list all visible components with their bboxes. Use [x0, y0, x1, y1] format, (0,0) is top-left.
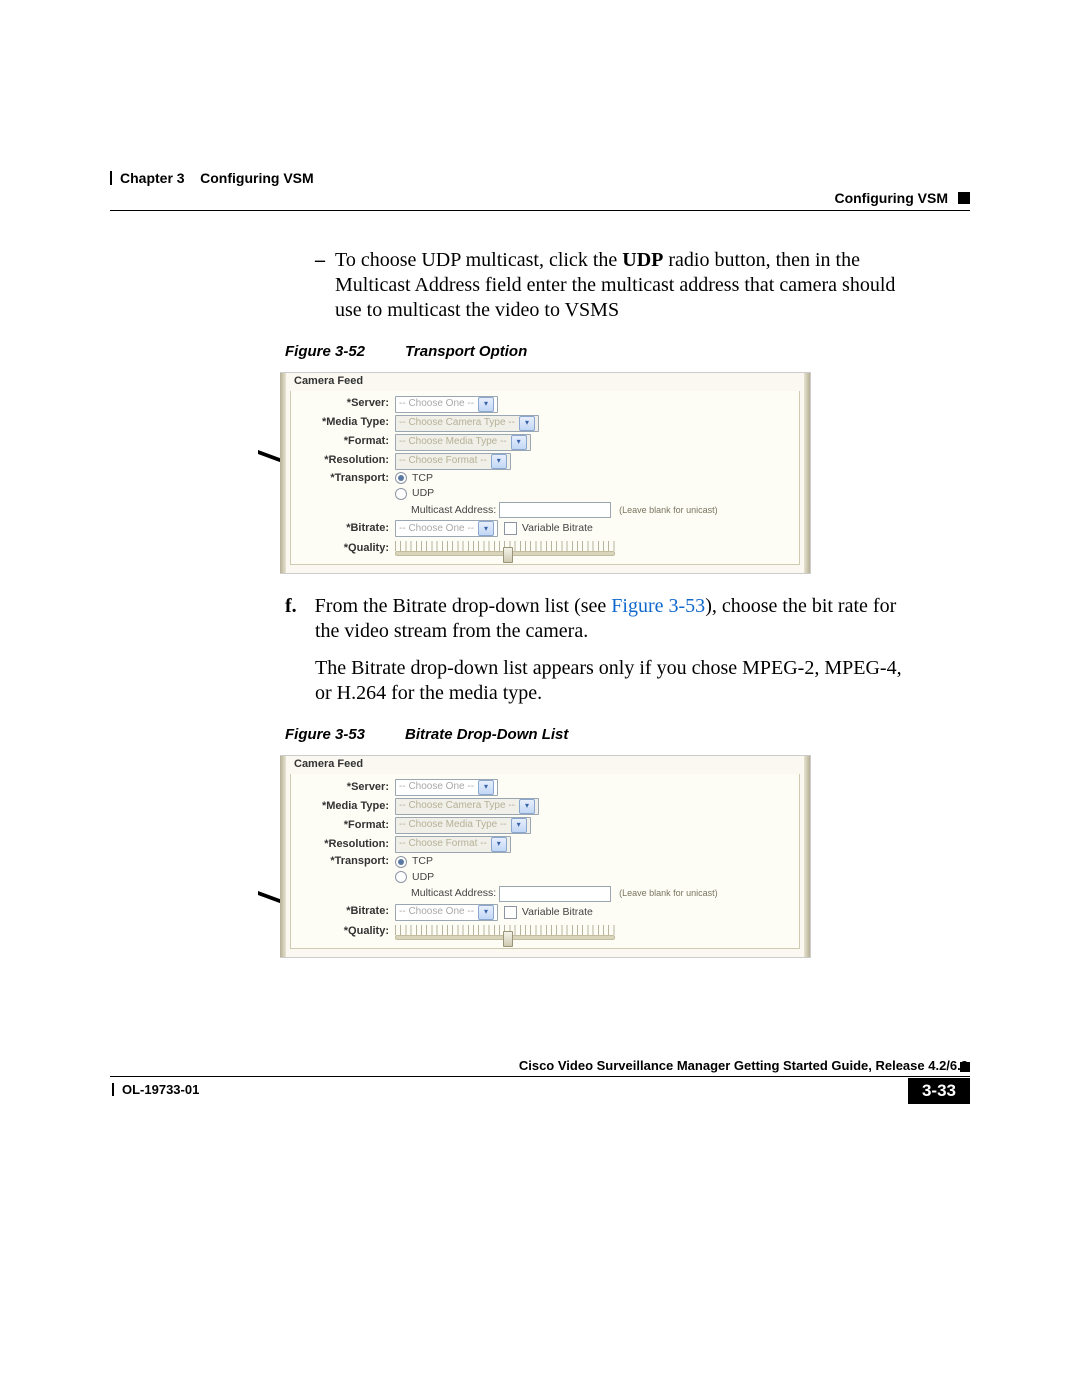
footer-rule [110, 1076, 970, 1077]
variable-bitrate-checkbox[interactable] [504, 522, 517, 535]
chevron-down-icon: ▾ [491, 454, 507, 469]
multicast-address-input[interactable] [499, 886, 611, 902]
footer-marker [960, 1062, 970, 1072]
chevron-down-icon: ▾ [511, 435, 527, 450]
running-head-right: Configuring VSM [834, 190, 970, 206]
resolution-select[interactable]: -- Choose Format --▾ [395, 836, 511, 853]
figure-52-caption: Figure 3-52Transport Option [285, 343, 910, 362]
chevron-down-icon: ▾ [478, 905, 494, 920]
fieldset-legend: Camera Feed [280, 373, 810, 391]
label-quality: *Quality: [291, 542, 395, 556]
chevron-down-icon: ▾ [519, 416, 535, 431]
label-quality: *Quality: [291, 925, 395, 939]
footer-guide-title: Cisco Video Surveillance Manager Getting… [519, 1058, 968, 1073]
body: –To choose UDP multicast, click the UDP … [285, 248, 910, 964]
chevron-down-icon: ▾ [478, 780, 494, 795]
figure-52: Camera Feed *Server: -- Choose One --▾ *… [280, 372, 910, 575]
tcp-radio-label: TCP [412, 855, 433, 868]
label-server: *Server: [291, 397, 395, 411]
bitrate-select[interactable]: -- Choose One --▾ [395, 904, 498, 921]
header-rule [110, 210, 970, 211]
server-select[interactable]: -- Choose One --▾ [395, 396, 498, 413]
tcp-radio[interactable] [395, 856, 407, 868]
label-bitrate: *Bitrate: [291, 522, 395, 536]
figure-53-caption: Figure 3-53Bitrate Drop-Down List [285, 726, 910, 745]
multicast-hint: (Leave blank for unicast) [619, 505, 718, 516]
figure-53-link[interactable]: Figure 3-53 [611, 595, 705, 617]
tcp-radio[interactable] [395, 472, 407, 484]
media-type-select[interactable]: -- Choose Camera Type --▾ [395, 798, 539, 815]
page-number: 3-33 [908, 1078, 970, 1104]
step-f: f.From the Bitrate drop-down list (see F… [285, 594, 910, 644]
label-format: *Format: [291, 435, 395, 449]
multicast-address-label: Multicast Address: [411, 887, 496, 900]
multicast-hint: (Leave blank for unicast) [619, 888, 718, 899]
label-resolution: *Resolution: [291, 838, 395, 852]
label-format: *Format: [291, 819, 395, 833]
step-f-note: The Bitrate drop-down list appears only … [315, 656, 910, 706]
chevron-down-icon: ▾ [478, 397, 494, 412]
chevron-down-icon: ▾ [511, 818, 527, 833]
running-head-left: Chapter 3 Configuring VSM [110, 170, 314, 186]
variable-bitrate-label: Variable Bitrate [522, 906, 593, 919]
label-transport: *Transport: [291, 472, 395, 486]
label-media-type: *Media Type: [291, 416, 395, 430]
fieldset-legend: Camera Feed [280, 756, 810, 774]
chevron-down-icon: ▾ [491, 837, 507, 852]
media-type-select[interactable]: -- Choose Camera Type --▾ [395, 415, 539, 432]
udp-radio-label: UDP [412, 487, 434, 500]
udp-radio-label: UDP [412, 871, 434, 884]
quality-slider[interactable] [395, 925, 615, 941]
chevron-down-icon: ▾ [478, 521, 494, 536]
label-media-type: *Media Type: [291, 800, 395, 814]
variable-bitrate-checkbox[interactable] [504, 906, 517, 919]
label-resolution: *Resolution: [291, 454, 395, 468]
quality-slider[interactable] [395, 541, 615, 557]
label-transport: *Transport: [291, 855, 395, 869]
server-select[interactable]: -- Choose One --▾ [395, 779, 498, 796]
label-server: *Server: [291, 781, 395, 795]
format-select[interactable]: -- Choose Media Type --▾ [395, 434, 531, 451]
multicast-address-input[interactable] [499, 502, 611, 518]
variable-bitrate-label: Variable Bitrate [522, 522, 593, 535]
format-select[interactable]: -- Choose Media Type --▾ [395, 817, 531, 834]
page: Chapter 3 Configuring VSM Configuring VS… [0, 0, 1080, 1397]
udp-radio[interactable] [395, 871, 407, 883]
chevron-down-icon: ▾ [519, 799, 535, 814]
bitrate-select[interactable]: -- Choose One --▾ [395, 520, 498, 537]
label-bitrate: *Bitrate: [291, 905, 395, 919]
figure-53: Camera Feed *Server: -- Choose One --▾ *… [280, 755, 910, 958]
udp-radio[interactable] [395, 488, 407, 500]
resolution-select[interactable]: -- Choose Format --▾ [395, 453, 511, 470]
tcp-radio-label: TCP [412, 472, 433, 485]
multicast-address-label: Multicast Address: [411, 504, 496, 517]
footer-doc-id: OL-19733-01 [112, 1082, 199, 1097]
udp-instruction: –To choose UDP multicast, click the UDP … [285, 248, 910, 323]
